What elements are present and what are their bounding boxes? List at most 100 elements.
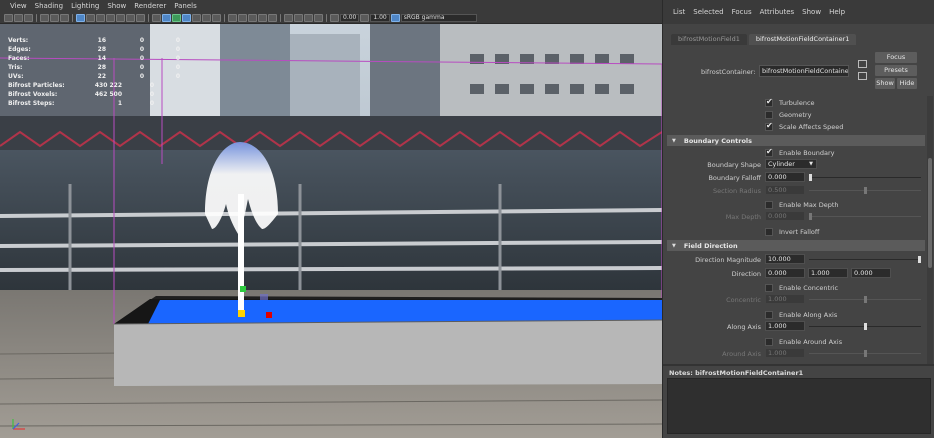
- field-chart-icon[interactable]: [116, 13, 125, 22]
- menu-list[interactable]: List: [673, 8, 685, 16]
- menu-show[interactable]: Show: [103, 1, 130, 12]
- color-management-icon[interactable]: [390, 13, 400, 22]
- invert-falloff-checkbox[interactable]: Invert Falloff: [765, 226, 819, 237]
- gamma-icon[interactable]: [360, 13, 370, 22]
- concentric-field[interactable]: 1.000: [765, 294, 805, 304]
- menu-view[interactable]: View: [6, 1, 31, 12]
- enable-concentric-checkbox[interactable]: Enable Concentric: [765, 282, 838, 293]
- grid-display-icon[interactable]: [76, 13, 85, 22]
- checkbox-box[interactable]: [765, 147, 773, 157]
- film-icon[interactable]: [14, 13, 23, 22]
- grid-icon[interactable]: [24, 13, 33, 22]
- bookmark-icon[interactable]: [40, 13, 49, 22]
- checkbox-box[interactable]: [765, 97, 773, 107]
- slider-knob[interactable]: [863, 323, 867, 330]
- presets-button[interactable]: Presets: [875, 65, 917, 76]
- notes-textarea[interactable]: [667, 378, 931, 434]
- camera-attributes-icon[interactable]: [294, 13, 303, 22]
- menu-selected[interactable]: Selected: [693, 8, 723, 16]
- along-axis-slider[interactable]: [809, 323, 921, 330]
- section-field-direction[interactable]: ▼ Field Direction: [667, 240, 925, 251]
- enable-max-depth-checkbox[interactable]: Enable Max Depth: [765, 199, 839, 210]
- menu-help[interactable]: Help: [829, 8, 845, 16]
- focus-button[interactable]: Focus: [875, 52, 917, 63]
- isolate-icon[interactable]: [212, 13, 221, 22]
- gate-mask-icon[interactable]: [106, 13, 115, 22]
- collapse-triangle-icon[interactable]: ▼: [672, 138, 676, 144]
- boundary-falloff-field[interactable]: 0.000: [765, 172, 805, 182]
- attribute-scroll-area[interactable]: Turbulence Geometry Scale Affects Speed …: [665, 96, 927, 364]
- menu-show[interactable]: Show: [802, 8, 821, 16]
- wireframe-icon[interactable]: [152, 13, 161, 22]
- checkbox-box[interactable]: [765, 310, 773, 319]
- menu-panels[interactable]: Panels: [170, 1, 201, 12]
- slider-knob[interactable]: [863, 350, 867, 357]
- direction-y-field[interactable]: 1.000: [808, 268, 848, 278]
- 3d-viewport[interactable]: View Shading Lighting Show Renderer Pane…: [0, 0, 662, 438]
- safe-action-icon[interactable]: [126, 13, 135, 22]
- direction-x-field[interactable]: 0.000: [765, 268, 805, 278]
- xray-joints-icon[interactable]: [238, 13, 247, 22]
- container-name-field[interactable]: bifrostMotionFieldContainer1: [759, 65, 849, 77]
- along-axis-field[interactable]: 1.000: [765, 321, 805, 331]
- image-plane-icon[interactable]: [50, 13, 59, 22]
- menu-renderer[interactable]: Renderer: [130, 1, 170, 12]
- frame-selection-icon[interactable]: [304, 13, 313, 22]
- geometry-checkbox[interactable]: Geometry: [765, 109, 811, 120]
- frame-all-icon[interactable]: [314, 13, 323, 22]
- direction-magnitude-slider[interactable]: [809, 256, 921, 263]
- around-axis-field[interactable]: 1.000: [765, 348, 805, 358]
- hide-button[interactable]: Hide: [897, 78, 917, 89]
- pencil-icon[interactable]: [60, 13, 69, 22]
- safe-title-icon[interactable]: [136, 13, 145, 22]
- antialias-icon[interactable]: [258, 13, 267, 22]
- menu-shading[interactable]: Shading: [31, 1, 67, 12]
- boundary-falloff-slider[interactable]: [809, 174, 921, 181]
- depth-of-field-icon[interactable]: [268, 13, 277, 22]
- exposure-icon[interactable]: [330, 13, 339, 22]
- checkbox-box[interactable]: [765, 337, 773, 346]
- around-axis-slider[interactable]: [809, 350, 921, 357]
- slider-knob[interactable]: [863, 296, 867, 303]
- load-input-icon[interactable]: [858, 60, 867, 68]
- section-boundary-controls[interactable]: ▼ Boundary Controls: [667, 135, 925, 146]
- show-button[interactable]: Show: [875, 78, 895, 89]
- slider-knob[interactable]: [863, 187, 867, 194]
- checkbox-box[interactable]: [765, 121, 773, 131]
- film-gate-icon[interactable]: [86, 13, 95, 22]
- isolate-select-icon[interactable]: [284, 13, 293, 22]
- resolution-gate-icon[interactable]: [96, 13, 105, 22]
- section-radius-slider[interactable]: [809, 187, 921, 194]
- menu-attributes[interactable]: Attributes: [760, 8, 795, 16]
- direction-z-field[interactable]: 0.000: [851, 268, 891, 278]
- boundary-shape-dropdown[interactable]: Cylinder ▼: [765, 159, 817, 169]
- enable-boundary-checkbox[interactable]: Enable Boundary: [765, 147, 835, 158]
- slider-knob[interactable]: [809, 174, 812, 181]
- checkbox-box[interactable]: [765, 110, 773, 119]
- checkbox-box[interactable]: [765, 283, 773, 292]
- gamma-field[interactable]: 1.00: [370, 13, 390, 22]
- ambient-occlusion-icon[interactable]: [202, 13, 211, 22]
- menu-lighting[interactable]: Lighting: [67, 1, 103, 12]
- max-depth-field[interactable]: 0.000: [765, 211, 805, 221]
- load-output-icon[interactable]: [858, 72, 867, 80]
- max-depth-slider[interactable]: [809, 213, 921, 220]
- direction-magnitude-field[interactable]: 10.000: [765, 254, 805, 264]
- slider-knob[interactable]: [918, 256, 921, 263]
- camera-icon[interactable]: [4, 13, 13, 22]
- exposure-field[interactable]: 0.00: [340, 13, 360, 22]
- shadows-icon[interactable]: [192, 13, 201, 22]
- textured-icon[interactable]: [172, 13, 181, 22]
- tab-bifrost-motion-field[interactable]: bifrostMotionField1: [671, 34, 747, 45]
- menu-focus[interactable]: Focus: [732, 8, 752, 16]
- lighting-icon[interactable]: [182, 13, 191, 22]
- xray-icon[interactable]: [228, 13, 237, 22]
- collapse-triangle-icon[interactable]: ▼: [672, 243, 676, 249]
- slider-knob[interactable]: [809, 213, 812, 220]
- concentric-slider[interactable]: [809, 296, 921, 303]
- turbulence-checkbox[interactable]: Turbulence: [765, 97, 815, 108]
- checkbox-box[interactable]: [765, 200, 773, 209]
- attribute-scrollbar[interactable]: [927, 96, 933, 364]
- enable-along-axis-checkbox[interactable]: Enable Along Axis: [765, 309, 837, 320]
- smooth-shade-icon[interactable]: [162, 13, 171, 22]
